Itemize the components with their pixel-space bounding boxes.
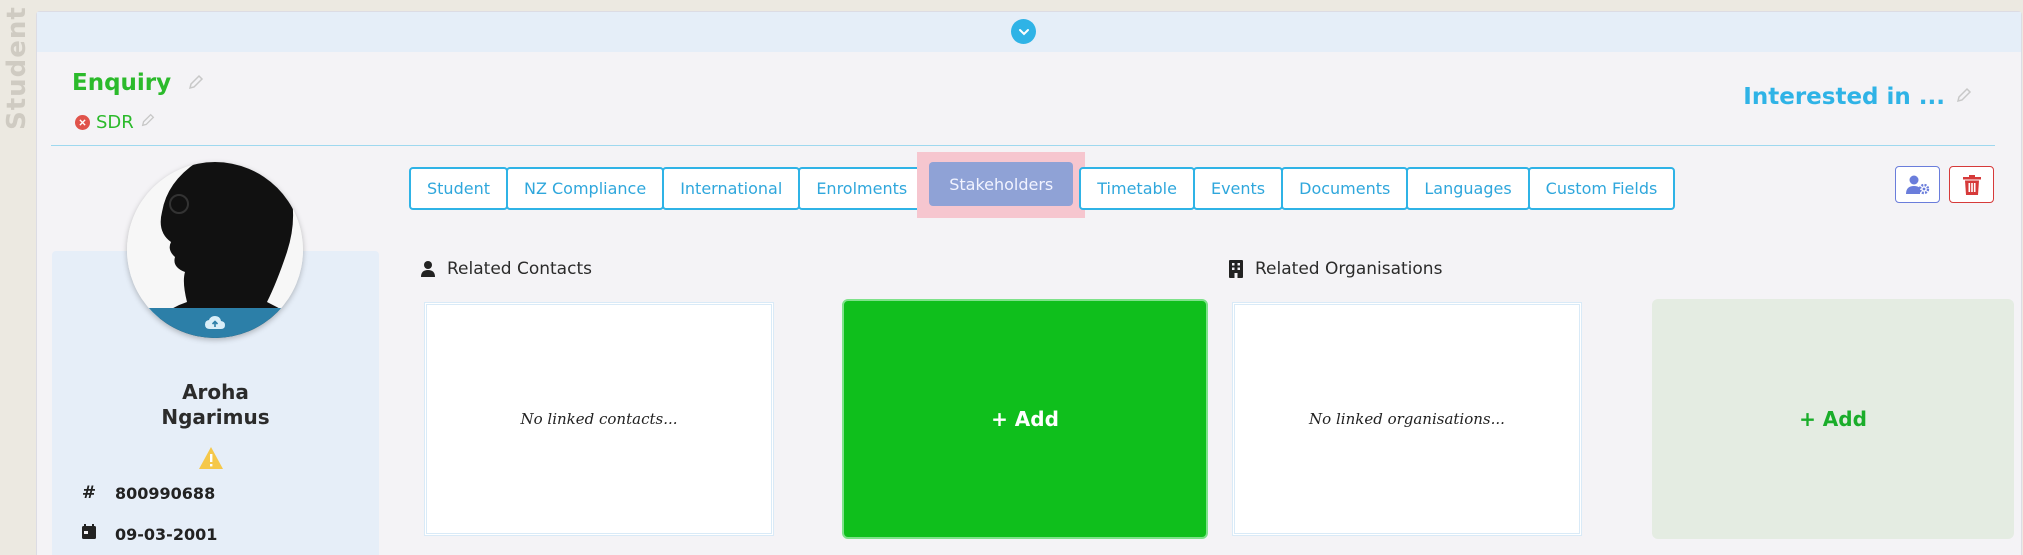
student-id-value: 800990688 [115,483,216,503]
related-orgs-heading: Related Organisations [1229,259,1442,279]
status-title-label: Enquiry [72,70,172,96]
status-title: Enquiry [72,70,205,97]
tab-international[interactable]: International [662,167,801,210]
pencil-icon[interactable] [1955,84,1973,110]
side-label-student: Student [2,6,32,130]
chevron-down-icon [1018,28,1029,35]
pencil-icon[interactable] [187,71,205,97]
remove-sub-status-icon[interactable] [75,115,90,130]
user-icon [421,261,435,277]
user-gear-icon [1905,175,1929,194]
sub-status: SDR [75,112,156,133]
header-divider [51,145,1995,146]
interested-in[interactable]: Interested in ... [1743,84,1973,110]
user-settings-button[interactable] [1895,166,1940,203]
interested-in-label: Interested in ... [1743,84,1945,110]
trash-icon [1962,174,1981,195]
tab-languages[interactable]: Languages [1406,167,1530,210]
warning-icon[interactable] [198,446,224,475]
related-contacts-title: Related Contacts [447,259,592,279]
orgs-empty-box: No linked organisations... [1232,302,1582,536]
related-contacts-heading: Related Contacts [421,259,592,279]
tab-stakeholders[interactable]: Stakeholders [929,162,1074,206]
tab-events[interactable]: Events [1192,167,1284,210]
cloud-upload-icon [205,316,225,329]
tab-stakeholders-highlight: Stakeholders [917,152,1086,218]
add-contact-button[interactable]: + Add [842,299,1208,539]
student-id-row: # 800990688 [81,483,215,503]
tab-student[interactable]: Student [409,167,508,210]
add-organisation-button[interactable]: + Add [1652,299,2014,539]
dob-row: 09-03-2001 [81,524,217,544]
tab-documents[interactable]: Documents [1281,167,1409,210]
pencil-icon[interactable] [140,112,156,133]
related-orgs-title: Related Organisations [1255,259,1443,279]
tab-enrolments[interactable]: Enrolments [798,167,926,210]
person-name: Aroha Ngarimus [52,380,379,430]
contacts-empty-text: No linked contacts... [520,410,678,428]
sub-status-label: SDR [96,112,134,133]
upload-photo-bar[interactable] [127,308,303,338]
dob-value: 09-03-2001 [115,524,218,544]
orgs-empty-text: No linked organisations... [1309,410,1505,428]
building-icon [1229,260,1243,278]
collapse-button[interactable] [1011,19,1036,44]
tab-custom-fields[interactable]: Custom Fields [1527,167,1676,210]
contacts-empty-box: No linked contacts... [424,302,774,536]
student-card: Enquiry SDR Interested in ... Aroha Ngar… [36,11,2022,555]
avatar[interactable] [127,162,303,338]
tab-nz-compliance[interactable]: NZ Compliance [505,167,665,210]
calendar-icon [81,524,97,544]
last-name: Ngarimus [161,405,270,429]
hash-icon: # [81,483,97,503]
first-name: Aroha [182,380,249,404]
tab-timetable[interactable]: Timetable [1079,167,1195,210]
delete-button[interactable] [1949,166,1994,203]
tab-bar: Student NZ Compliance International Enro… [409,152,1676,218]
